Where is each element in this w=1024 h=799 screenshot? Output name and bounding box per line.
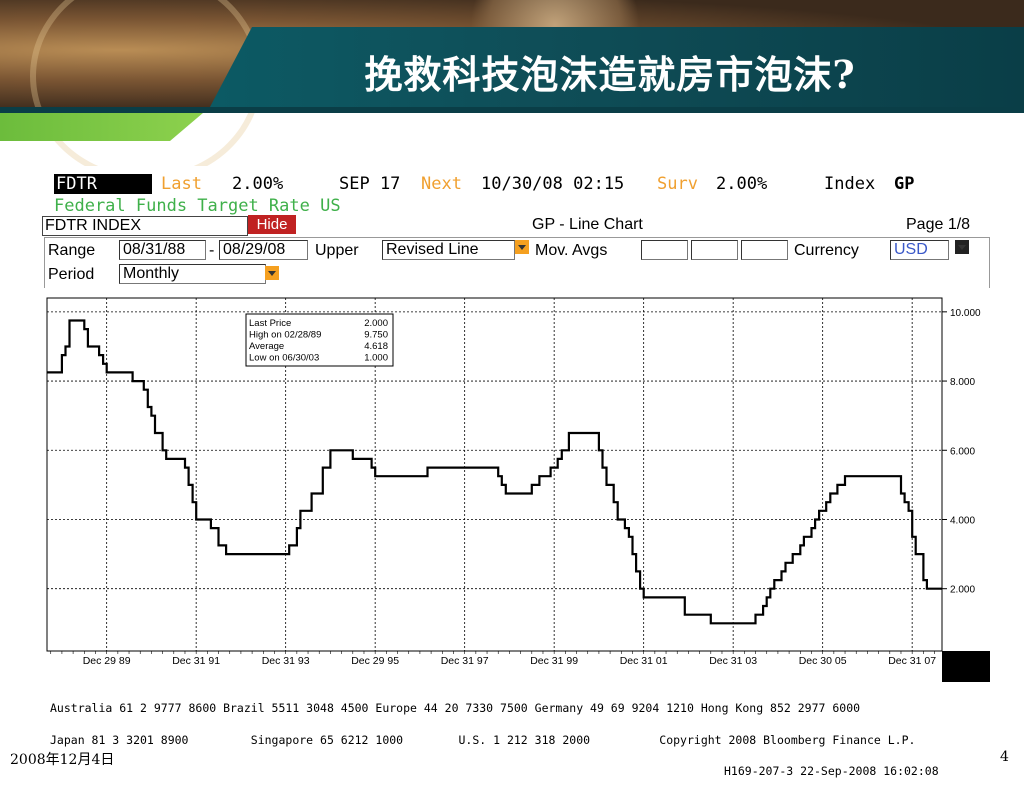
- period-label: Period: [48, 266, 95, 283]
- x-tick-label: Dec 31 99: [530, 655, 578, 667]
- range-start-input[interactable]: 08/31/88: [119, 240, 206, 260]
- last-value: 2.00%: [232, 174, 284, 194]
- x-tick-label: Dec 30 05: [799, 655, 847, 667]
- range-label: Range: [48, 242, 96, 259]
- x-tick-label: Dec 31 91: [172, 655, 220, 667]
- terminal-footer: Australia 61 2 9777 8600 Brazil 5511 304…: [50, 682, 990, 798]
- currency-select[interactable]: USD: [890, 240, 949, 260]
- security-description: Federal Funds Target Rate US: [54, 196, 341, 216]
- quote-line: FDTR Last 2.00% SEP 17 Next 10/30/08 02:…: [54, 174, 954, 196]
- period-select-value: Monthly: [123, 265, 180, 282]
- y-tick-label: 10.000: [950, 308, 981, 319]
- line-chart: 10.000 8.000 6.000 4.000 2.000 Dec 29 89 Dec …: [44, 288, 990, 682]
- currency-label: Currency: [794, 242, 859, 259]
- x-tick-label: Dec 31 93: [262, 655, 310, 667]
- upper-label: Upper: [315, 242, 359, 259]
- index-field[interactable]: FDTR INDEX: [42, 216, 248, 236]
- y-tick-label: 4.000: [950, 515, 975, 526]
- summary-row-value: 9.750: [364, 330, 388, 341]
- y-tick-label: 6.000: [950, 446, 975, 457]
- summary-row-value: 2.000: [364, 318, 388, 329]
- index-label: Index: [824, 174, 876, 194]
- range-dash: -: [209, 242, 215, 259]
- last-label: Last: [161, 174, 202, 194]
- x-tick-label: Dec 31 07: [888, 655, 936, 667]
- hide-button[interactable]: Hide: [248, 215, 296, 234]
- chart-title: GP - Line Chart: [532, 216, 643, 233]
- page-indicator: Page 1/8: [906, 216, 971, 233]
- range-end-input[interactable]: 08/29/08: [219, 240, 308, 260]
- x-tick-label: Dec 31 01: [620, 655, 668, 667]
- period-dropdown-icon[interactable]: [265, 266, 279, 280]
- mov-avg-input-3[interactable]: [741, 240, 788, 260]
- footer-contacts-2: Japan 81 3 3201 8900 Singapore 65 6212 1…: [50, 732, 916, 747]
- surv-label: Surv: [657, 174, 698, 194]
- x-tick-label: Dec 31 97: [441, 655, 489, 667]
- summary-row-label: Last Price: [249, 318, 291, 329]
- summary-row-value: 4.618: [364, 341, 388, 352]
- surv-value: 2.00%: [716, 174, 768, 194]
- line-chart-area: 10.000 8.000 6.000 4.000 2.000 Dec 29 89 Dec …: [44, 288, 990, 682]
- summary-row-label: High on 02/28/89: [249, 330, 321, 341]
- price-summary-box: Last Price 2.000 High on 02/28/89 9.750 Aver…: [245, 313, 394, 367]
- index-value: GP: [894, 174, 915, 194]
- chart-toolbar: FDTR INDEX Hide GP - Line Chart Page 1/8: [42, 215, 1000, 237]
- upper-select[interactable]: Revised Line: [382, 240, 515, 260]
- mov-avg-input-2[interactable]: [691, 240, 738, 260]
- summary-row-value: 1.000: [364, 353, 388, 364]
- y-tick-label: 8.000: [950, 377, 975, 388]
- next-label: Next: [421, 174, 462, 194]
- y-tick-label: 2.000: [950, 585, 975, 596]
- slide-title: 挽救科技泡沫造就房市泡沫?: [364, 52, 856, 97]
- slide-date: 2008年12月4日: [10, 752, 115, 768]
- period-select[interactable]: Monthly: [119, 264, 266, 284]
- upper-dropdown-icon[interactable]: [515, 240, 529, 254]
- footer-contacts-1: Australia 61 2 9777 8600 Brazil 5511 304…: [50, 701, 861, 715]
- terminal-screenshot: FDTR Last 2.00% SEP 17 Next 10/30/08 02:…: [42, 166, 1000, 776]
- currency-dropdown-icon[interactable]: [955, 240, 969, 254]
- slide-number: 4: [1000, 749, 1009, 765]
- x-tick-label: Dec 31 03: [709, 655, 757, 667]
- chart-corner-block: [942, 651, 990, 682]
- next-value: 10/30/08 02:15: [481, 174, 625, 194]
- x-tick-label: Dec 29 95: [351, 655, 399, 667]
- quote-date: SEP 17: [339, 174, 401, 194]
- mov-avgs-label: Mov. Avgs: [535, 242, 608, 259]
- x-tick-label: Dec 29 89: [83, 655, 131, 667]
- mov-avg-input-1[interactable]: [641, 240, 688, 260]
- chart-settings-panel: Range 08/31/88 - 08/29/08 Upper Revised …: [44, 237, 990, 289]
- ticker: FDTR: [54, 174, 152, 194]
- currency-select-value: USD: [894, 241, 928, 258]
- upper-select-value: Revised Line: [386, 241, 479, 258]
- chart-background: [44, 288, 990, 682]
- header-divider: [0, 107, 1024, 113]
- summary-row-label: Low on 06/30/03: [249, 353, 319, 364]
- summary-row-label: Average: [249, 341, 284, 352]
